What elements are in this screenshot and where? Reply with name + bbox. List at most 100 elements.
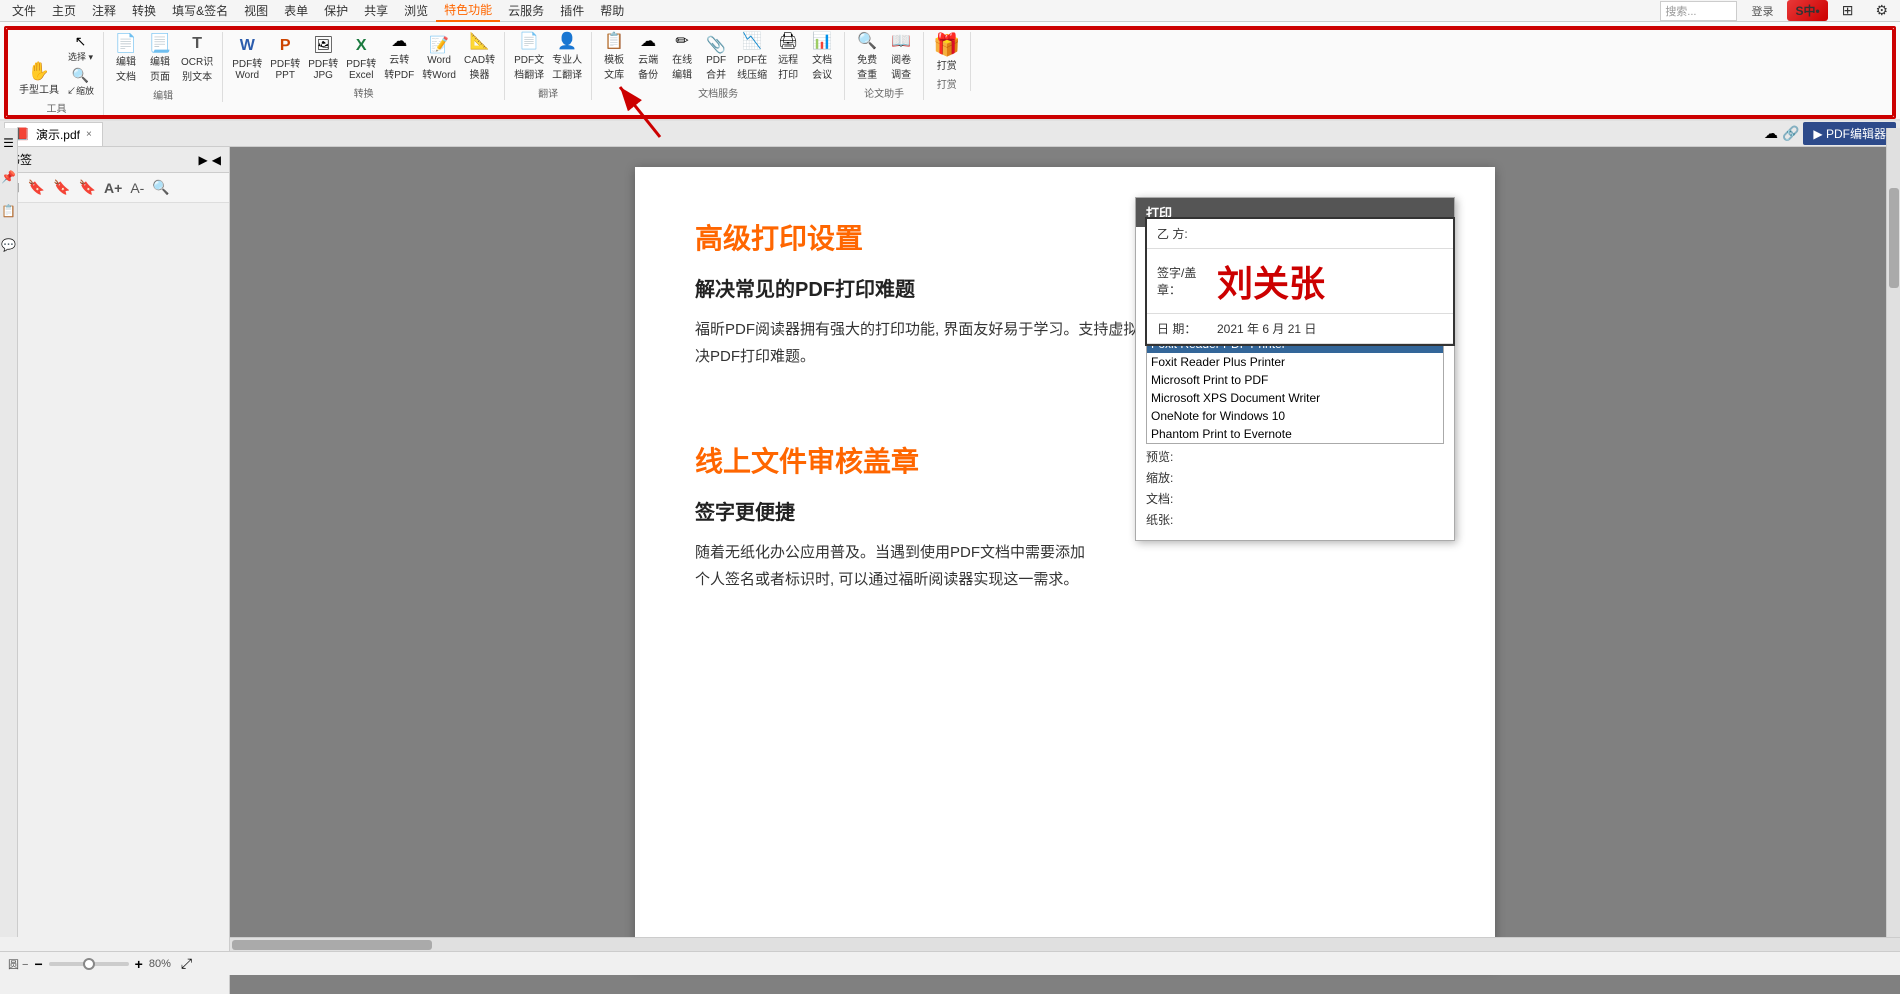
panel-icon-3[interactable]: 📋 (1, 204, 16, 218)
horizontal-scroll-thumb[interactable] (232, 940, 432, 950)
pdf-to-ppt-label: PDF转PPT (270, 55, 300, 81)
login-btn[interactable]: 登录 (1743, 1, 1781, 21)
select-btn[interactable]: ↖ 选择 ▾ (64, 32, 97, 64)
reward-label: 打赏 (937, 57, 957, 72)
cloud-to-pdf-btn[interactable]: ☁ 云转转PDF (381, 32, 417, 83)
printer-evernote[interactable]: Phantom Print to Evernote (1147, 425, 1443, 443)
pdf-to-jpg-btn[interactable]: 🖼 PDF转JPG (305, 36, 341, 83)
edit-page-btn[interactable]: 📃 编辑页面 (144, 32, 176, 85)
tab-close-btn[interactable]: × (86, 129, 92, 140)
cad-icon: 📐 (470, 34, 490, 50)
pdf-to-ppt-btn[interactable]: P PDF转PPT (267, 36, 303, 83)
menu-cloud[interactable]: 云服务 (500, 0, 552, 21)
survey-icon: 📖 (891, 34, 911, 50)
pdf-to-excel-btn[interactable]: X PDF转Excel (343, 36, 379, 83)
section-sig-text: 线上文件审核盖章 签字更便捷 随着无纸化办公应用普及。当遇到使用PDF文档中需要… (695, 440, 1085, 623)
menu-help[interactable]: 帮助 (592, 0, 632, 21)
pdf-to-word-btn[interactable]: W PDF转Word (229, 36, 265, 83)
signature-box: 乙 方: 签字/盖章： 刘关张 日 期： 2021 年 6 月 21 日 (1145, 217, 1455, 346)
reward-btn[interactable]: 🎁 打赏 (930, 32, 963, 74)
sidebar-collapse-btn[interactable]: ◀ (212, 153, 221, 167)
bookmark-icon1[interactable]: 🔖 (26, 177, 47, 198)
word-to-word-btn[interactable]: 📝 Word转Word (419, 36, 459, 83)
vertical-scroll-thumb[interactable] (1889, 188, 1899, 288)
screen-icon[interactable]: ⊞ (1834, 0, 1862, 21)
sig-name-value: 刘关张 (1217, 255, 1325, 307)
menu-view[interactable]: 视图 (236, 0, 276, 21)
template-btn[interactable]: 📋 模板文库 (598, 32, 630, 83)
panel-icon-1[interactable]: ☰ (3, 136, 14, 150)
menu-browse[interactable]: 浏览 (396, 0, 436, 21)
hand-icon: ✋ (28, 62, 50, 80)
printer-onenote[interactable]: OneNote for Windows 10 (1147, 407, 1443, 425)
bookmark-icon2[interactable]: 🔖 (51, 177, 72, 198)
menu-protect[interactable]: 保护 (316, 0, 356, 21)
zoom-controls: − + 80% (34, 956, 170, 972)
panel-icon-2[interactable]: 📌 (1, 170, 16, 184)
link-icon[interactable]: 🔗 (1782, 125, 1799, 142)
left-panel-icons: ☰ 📌 📋 💬 (0, 128, 18, 937)
bottom-bar: 圆 − − + 80% ⤢ (0, 951, 1900, 975)
printer-ms-xps[interactable]: Microsoft XPS Document Writer (1147, 389, 1443, 407)
pdf-translate-btn[interactable]: 📄 PDF文档翻译 (511, 32, 547, 83)
cad-convert-btn[interactable]: 📐 CAD转换器 (461, 32, 498, 83)
pdf-editor-btn[interactable]: ▶ PDF编辑器 (1803, 122, 1896, 145)
menu-plugins[interactable]: 插件 (552, 0, 592, 21)
search-input-area[interactable]: 搜索... (1660, 1, 1737, 21)
sig-section-body: 随着无纸化办公应用普及。当遇到使用PDF文档中需要添加个人签名或者标识时, 可以… (695, 539, 1085, 593)
menu-home[interactable]: 主页 (44, 0, 84, 21)
bookmark-icon3[interactable]: 🔖 (77, 177, 98, 198)
ribbon-group-tools: ✋ 手型工具 ↖ 选择 ▾ 🔍 ↙缩放 工具 (10, 32, 104, 115)
zoom-minus-btn[interactable]: − (34, 956, 42, 972)
tool-buttons: ✋ 手型工具 ↖ 选择 ▾ 🔍 ↙缩放 (16, 32, 97, 98)
menu-features[interactable]: 特色功能 (436, 0, 500, 22)
remote-print-icon: 🖨 (778, 34, 798, 50)
plagiarism-check-btn[interactable]: 🔍 免费查重 (851, 32, 883, 83)
settings-icon[interactable]: ⚙ (1867, 0, 1896, 21)
panel-icon-4[interactable]: 💬 (1, 238, 16, 252)
print-doc-label: 文档: (1146, 490, 1201, 507)
menu-share[interactable]: 共享 (356, 0, 396, 21)
zoom-btn[interactable]: 🔍 ↙缩放 (64, 66, 97, 98)
tools-group-label: 工具 (47, 100, 67, 115)
translate-group-label: 翻译 (538, 85, 558, 100)
print-scale-label: 缩放: (1146, 469, 1201, 486)
human-translate-btn[interactable]: 👤 专业人工翻译 (549, 32, 585, 83)
ocr-btn[interactable]: T OCR识别文本 (178, 34, 216, 85)
menu-file[interactable]: 文件 (4, 0, 44, 21)
menu-convert[interactable]: 转换 (124, 0, 164, 21)
horizontal-scrollbar[interactable] (230, 937, 1900, 951)
menu-annotate[interactable]: 注释 (84, 0, 124, 21)
zoom-slider[interactable] (49, 962, 129, 966)
pdf-to-jpg-label: PDF转JPG (308, 55, 338, 81)
pdf-tab[interactable]: 📕 演示.pdf × (4, 122, 103, 146)
survey-btn[interactable]: 📖 阅卷调查 (885, 32, 917, 83)
font-decrease-btn[interactable]: A- (128, 178, 146, 198)
menu-sign[interactable]: 填写&签名 (164, 0, 236, 21)
vertical-scrollbar[interactable] (1886, 128, 1900, 937)
edit-doc-btn[interactable]: 📄 编辑文档 (110, 32, 142, 85)
sig-date-row: 日 期： 2021 年 6 月 21 日 (1147, 314, 1453, 344)
menu-form[interactable]: 表单 (276, 0, 316, 21)
pdf-compress-btn[interactable]: 📉 PDF在线压缩 (734, 32, 770, 83)
zoom-icon: 🔍 (72, 67, 89, 84)
sidebar-expand-btn[interactable]: ▶ (199, 153, 208, 167)
zoom-slider-thumb[interactable] (83, 958, 95, 970)
main-layout: 书签 ▶ ◀ ⊞ 🔖 🔖 🔖 A+ A- 🔍 ☰ 📌 📋 💬 (0, 147, 1900, 994)
fullscreen-btn[interactable]: ⤢ (181, 955, 192, 972)
reward-buttons: 🎁 打赏 (930, 32, 963, 74)
bookmark-search-btn[interactable]: 🔍 (150, 177, 171, 198)
cloud-backup-btn[interactable]: ☁ 云端备份 (632, 32, 664, 83)
zoom-plus-btn[interactable]: + (135, 956, 143, 972)
online-edit-btn[interactable]: ✏ 在线编辑 (666, 32, 698, 83)
translate-buttons: 📄 PDF文档翻译 👤 专业人工翻译 (511, 32, 585, 83)
printer-ms-pdf[interactable]: Microsoft Print to PDF (1147, 371, 1443, 389)
hand-tool-btn[interactable]: ✋ 手型工具 (16, 60, 62, 98)
pdf-merge-btn[interactable]: 📎 PDF合并 (700, 36, 732, 83)
ribbon-group-edit: 📄 编辑文档 📃 编辑页面 T OCR识别文本 编辑 (104, 32, 223, 102)
font-increase-btn[interactable]: A+ (102, 178, 124, 198)
doc-meeting-btn[interactable]: 📊 文档会议 (806, 32, 838, 83)
sig-date-value: 2021 年 6 月 21 日 (1217, 320, 1316, 337)
printer-foxit-plus[interactable]: Foxit Reader Plus Printer (1147, 353, 1443, 371)
remote-print-btn[interactable]: 🖨 远程打印 (772, 32, 804, 83)
